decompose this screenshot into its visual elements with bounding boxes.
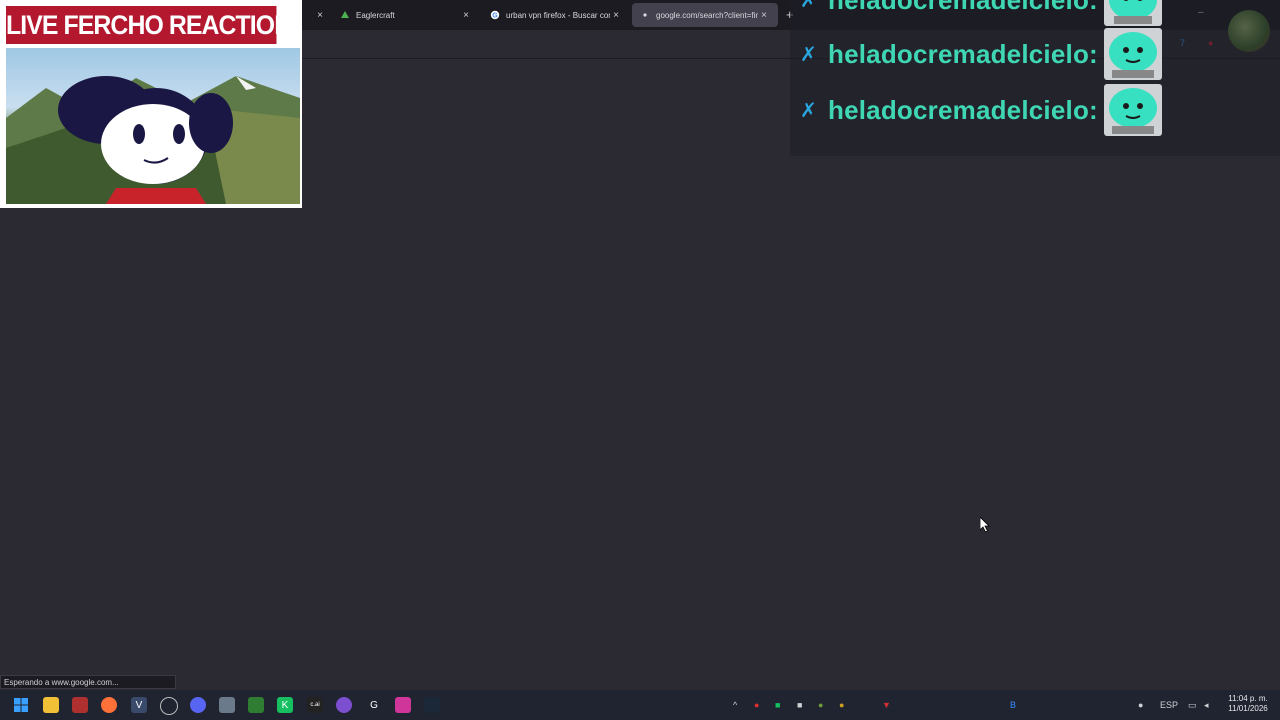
tray-icon[interactable]: ■ bbox=[775, 700, 780, 710]
app-icon[interactable] bbox=[219, 697, 235, 713]
tab-previous-close[interactable]: × bbox=[306, 3, 328, 27]
tab-title: urban vpn firefox - Buscar con G bbox=[506, 10, 610, 20]
firefox-icon[interactable] bbox=[101, 697, 117, 713]
taskbar-clock[interactable]: 11:04 p. m. 11/01/2026 bbox=[1222, 694, 1274, 714]
tab-google-search[interactable]: G urban vpn firefox - Buscar con G × bbox=[482, 3, 630, 27]
app-icon[interactable] bbox=[160, 697, 178, 715]
tray-icon[interactable]: ■ bbox=[797, 700, 802, 710]
chat-message: ✗ heladocremadelcielo: bbox=[800, 26, 1162, 82]
volume-icon[interactable]: ◂ bbox=[1204, 700, 1209, 711]
chat-username: heladocremadelcielo: bbox=[828, 38, 1098, 69]
clock-date: 11/01/2026 bbox=[1228, 704, 1268, 713]
close-icon[interactable]: × bbox=[758, 10, 770, 21]
kick-icon[interactable]: K bbox=[277, 697, 293, 713]
chat-username: heladocremadelcielo: bbox=[828, 94, 1098, 125]
robot-emote bbox=[1103, 0, 1162, 26]
tab-eaglercraft[interactable]: Eaglercraft × bbox=[332, 3, 480, 27]
app-icon[interactable] bbox=[336, 697, 352, 713]
close-icon[interactable]: × bbox=[314, 10, 326, 21]
tray-icon[interactable]: ● bbox=[818, 700, 823, 710]
eaglercraft-icon bbox=[340, 10, 350, 20]
microphone-icon[interactable]: ● bbox=[1138, 700, 1143, 710]
language-indicator[interactable]: ESP bbox=[1160, 700, 1178, 710]
tray-icon[interactable]: ● bbox=[754, 700, 759, 710]
file-explorer-icon[interactable] bbox=[43, 697, 59, 713]
chevron-up-icon[interactable]: ^ bbox=[733, 700, 737, 710]
app-icon[interactable] bbox=[72, 697, 88, 713]
sword-icon: ✗ bbox=[800, 99, 817, 122]
loading-dot-icon bbox=[640, 10, 650, 20]
overlay-title: LIVE FERCHO REACTION bbox=[6, 6, 292, 44]
windows-taskbar: V K c.ai G ^ ● ■ ■ ● ● ▼ B ● ESP ▭ ◂ bbox=[0, 690, 1280, 720]
sword-icon: ✗ bbox=[800, 43, 817, 66]
bluetooth-icon[interactable]: B bbox=[1010, 700, 1016, 710]
windows-start-icon[interactable] bbox=[13, 697, 29, 713]
mouse-cursor-icon bbox=[980, 517, 990, 533]
tab-title: google.com/search?client=firef bbox=[656, 10, 758, 20]
stream-chat-overlay: ✗ heladocremadelcielo: ✗ heladocremadelc… bbox=[790, 0, 1280, 156]
google-icon: G bbox=[490, 10, 500, 20]
svg-text:G: G bbox=[492, 13, 498, 20]
robot-emote bbox=[1103, 84, 1162, 136]
app-icon[interactable]: G bbox=[366, 697, 382, 713]
tab-active-loading[interactable]: google.com/search?client=firef × bbox=[632, 3, 778, 27]
chat-message: ✗ heladocremadelcielo: bbox=[800, 82, 1162, 138]
vscode-icon[interactable]: V bbox=[131, 697, 147, 713]
app-icon[interactable] bbox=[395, 697, 411, 713]
sword-icon: ✗ bbox=[800, 0, 817, 12]
close-icon[interactable]: × bbox=[610, 10, 622, 21]
clock-time: 11:04 p. m. bbox=[1228, 694, 1268, 703]
tab-title: Eaglercraft bbox=[356, 10, 395, 20]
stream-webcam-overlay: LIVE FERCHO REACTION bbox=[0, 0, 302, 208]
steam-icon[interactable] bbox=[424, 697, 440, 713]
mountain-landscape-image bbox=[6, 76, 300, 204]
app-icon[interactable] bbox=[248, 697, 264, 713]
overlay-scene bbox=[6, 48, 300, 204]
network-icon[interactable]: ▭ bbox=[1188, 700, 1197, 711]
chat-username: heladocremadelcielo: bbox=[828, 0, 1098, 16]
tray-icon[interactable]: ▼ bbox=[882, 700, 891, 710]
app-icon[interactable]: c.ai bbox=[307, 697, 323, 713]
discord-icon[interactable] bbox=[190, 697, 206, 713]
tray-icon[interactable]: ● bbox=[839, 700, 844, 710]
close-icon[interactable]: × bbox=[460, 10, 472, 21]
robot-emote bbox=[1103, 28, 1162, 80]
browser-status-bar: Esperando a www.google.com... bbox=[0, 675, 176, 689]
chat-message: ✗ heladocremadelcielo: bbox=[800, 0, 1162, 28]
